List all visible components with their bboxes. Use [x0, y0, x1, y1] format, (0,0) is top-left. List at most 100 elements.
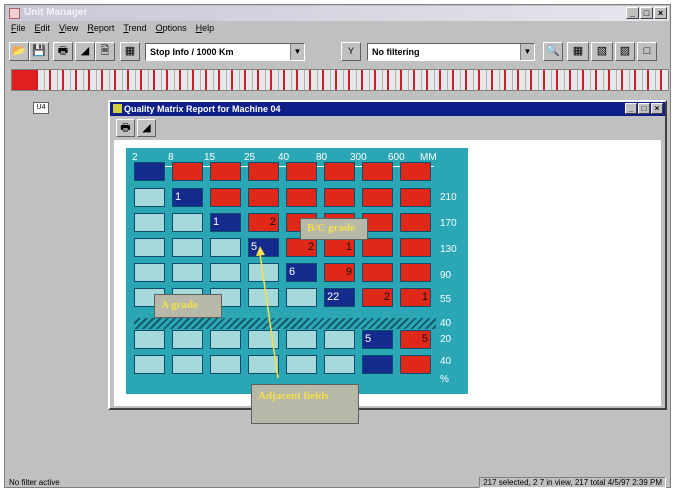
- matrix-cell[interactable]: [286, 188, 317, 207]
- matrix-cell[interactable]: [362, 162, 393, 181]
- matrix-cell[interactable]: [134, 213, 165, 232]
- matrix-cell[interactable]: 1: [324, 238, 355, 257]
- matrix-cell[interactable]: 1: [210, 213, 241, 232]
- matrix-cell[interactable]: [172, 355, 203, 374]
- print-preview-icon[interactable]: 🗎: [95, 42, 115, 61]
- app-title: Unit Manager: [24, 7, 88, 18]
- matrix-cell[interactable]: [324, 188, 355, 207]
- view-mode-combo[interactable]: Stop Info / 1000 Km ▼: [145, 43, 305, 61]
- menu-help[interactable]: Help: [196, 23, 215, 37]
- matrix-cell[interactable]: 1: [172, 188, 203, 207]
- matrix-cell[interactable]: [210, 162, 241, 181]
- minimize-button[interactable]: _: [626, 7, 639, 19]
- timeline-marker[interactable]: [12, 70, 36, 90]
- callout-a-grade: A grade: [154, 294, 222, 318]
- view-columns-icon[interactable]: ▦: [567, 42, 589, 61]
- menu-report[interactable]: Report: [87, 23, 114, 37]
- matrix-cell[interactable]: [134, 263, 165, 282]
- close-button[interactable]: ×: [651, 103, 663, 114]
- matrix-cell[interactable]: 1: [400, 288, 431, 307]
- matrix-cell[interactable]: [400, 355, 431, 374]
- matrix-cell[interactable]: [324, 330, 355, 349]
- matrix-cell[interactable]: [134, 238, 165, 257]
- callout-arrow: [256, 246, 279, 379]
- print-icon[interactable]: 🖶: [53, 42, 73, 61]
- menu-view[interactable]: View: [59, 23, 78, 37]
- matrix-cell[interactable]: [400, 188, 431, 207]
- view-grid-icon[interactable]: ▧: [591, 42, 613, 61]
- view-single-icon[interactable]: □: [637, 42, 657, 61]
- matrix-cell[interactable]: [362, 263, 393, 282]
- minimize-button[interactable]: _: [625, 103, 637, 114]
- matrix-cell[interactable]: [362, 238, 393, 257]
- matrix-cell[interactable]: [172, 162, 203, 181]
- matrix-cell[interactable]: 2: [362, 288, 393, 307]
- menu-trend[interactable]: Trend: [123, 23, 146, 37]
- status-bar: No filter active 217 selected, 2 7 in vi…: [5, 477, 670, 489]
- app-titlebar[interactable]: Unit Manager _ □ ×: [6, 6, 669, 21]
- calendar-icon[interactable]: ▦: [120, 42, 140, 61]
- y-axis-unit: %: [440, 374, 449, 385]
- matrix-cell[interactable]: 22: [324, 288, 355, 307]
- print-icon[interactable]: 🖶: [116, 119, 135, 137]
- filter-icon[interactable]: Y: [341, 42, 361, 61]
- save-icon[interactable]: 💾: [29, 42, 49, 61]
- matrix-cell[interactable]: [286, 355, 317, 374]
- matrix-cell[interactable]: [362, 188, 393, 207]
- report-titlebar[interactable]: Quality Matrix Report for Machine 04 _ □…: [110, 102, 665, 116]
- matrix-cell[interactable]: [400, 162, 431, 181]
- matrix-cell[interactable]: [134, 330, 165, 349]
- matrix-cell[interactable]: [286, 330, 317, 349]
- y-tick-label: 40: [440, 356, 452, 367]
- maximize-button[interactable]: □: [640, 7, 653, 19]
- matrix-cell[interactable]: [210, 263, 241, 282]
- matrix-cell[interactable]: [210, 330, 241, 349]
- matrix-cell[interactable]: [400, 213, 431, 232]
- zoom-icon[interactable]: 🔍: [543, 42, 563, 61]
- quality-matrix: 210 170 130 90 55 40 20 40% 2 8 15 25 40 80 300 600 MM 1…: [126, 148, 468, 394]
- chevron-down-icon[interactable]: ▼: [520, 44, 534, 60]
- matrix-cell[interactable]: 5: [400, 330, 431, 349]
- matrix-cell[interactable]: 6: [286, 263, 317, 282]
- menu-bar: File Edit View Report Trend Options Help: [11, 23, 214, 37]
- matrix-cell[interactable]: [248, 188, 279, 207]
- matrix-cell[interactable]: [172, 263, 203, 282]
- matrix-cell[interactable]: [210, 355, 241, 374]
- matrix-cell[interactable]: [210, 238, 241, 257]
- quality-matrix-window: Quality Matrix Report for Machine 04 _ □…: [108, 100, 667, 424]
- close-button[interactable]: ×: [654, 7, 667, 19]
- matrix-cell[interactable]: [286, 288, 317, 307]
- menu-options[interactable]: Options: [156, 23, 187, 37]
- view-tiles-icon[interactable]: ▨: [615, 42, 635, 61]
- matrix-cell[interactable]: 5: [362, 330, 393, 349]
- matrix-cell[interactable]: [210, 188, 241, 207]
- matrix-cell[interactable]: 2: [248, 213, 279, 232]
- chevron-down-icon[interactable]: ▼: [290, 44, 304, 60]
- matrix-cell[interactable]: [172, 213, 203, 232]
- open-icon[interactable]: 📂: [9, 42, 29, 61]
- maximize-button[interactable]: □: [638, 103, 650, 114]
- chart-icon[interactable]: ◢: [137, 119, 156, 137]
- matrix-cell[interactable]: 2: [286, 238, 317, 257]
- matrix-cell[interactable]: [172, 330, 203, 349]
- matrix-cell[interactable]: [362, 355, 393, 374]
- timeline-strip[interactable]: [11, 69, 669, 91]
- matrix-cell[interactable]: [134, 162, 165, 181]
- matrix-cell[interactable]: [324, 355, 355, 374]
- filter-combo[interactable]: No filtering ▼: [367, 43, 535, 61]
- matrix-cell[interactable]: [134, 355, 165, 374]
- matrix-cell[interactable]: [134, 188, 165, 207]
- menu-file[interactable]: File: [11, 23, 26, 37]
- chart-icon[interactable]: ◢: [75, 42, 95, 61]
- matrix-cell[interactable]: [400, 238, 431, 257]
- matrix-cell[interactable]: [172, 238, 203, 257]
- y-axis: 210 170 130 90 55 40 20 40%: [440, 148, 468, 394]
- matrix-cell[interactable]: [286, 162, 317, 181]
- matrix-cell[interactable]: [400, 263, 431, 282]
- app-icon: [9, 8, 20, 19]
- unit-icon[interactable]: U4: [33, 102, 49, 114]
- menu-edit[interactable]: Edit: [35, 23, 51, 37]
- matrix-cell[interactable]: [248, 162, 279, 181]
- matrix-cell[interactable]: 9: [324, 263, 355, 282]
- matrix-cell[interactable]: [324, 162, 355, 181]
